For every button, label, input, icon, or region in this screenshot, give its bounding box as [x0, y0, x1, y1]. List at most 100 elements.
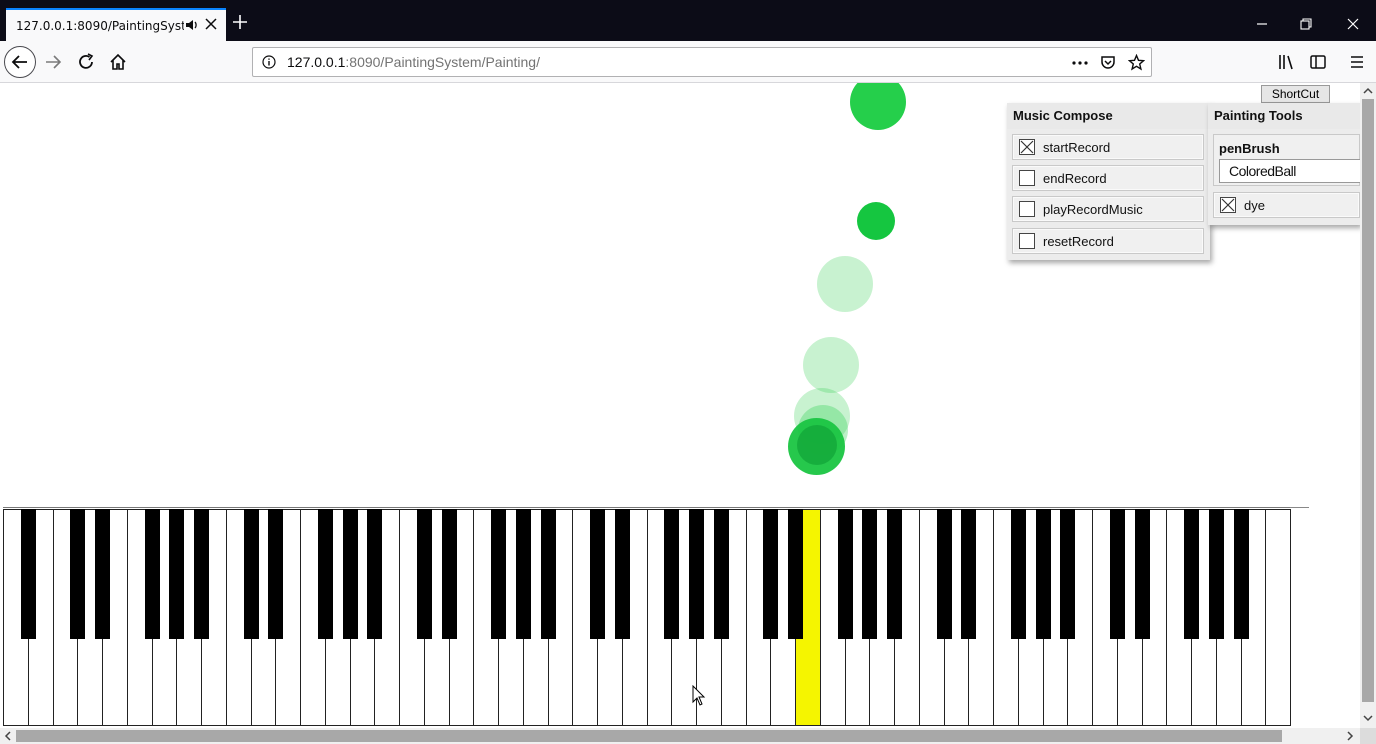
painted-ball	[817, 256, 873, 312]
painting-tools-panel: Painting Tools penBrush ColoredBall dye	[1208, 103, 1360, 225]
reload-icon[interactable]	[77, 53, 95, 71]
end-record-checkbox[interactable]	[1019, 170, 1035, 186]
horizontal-scroll-thumb[interactable]	[16, 730, 1282, 742]
piano-black-key[interactable]	[144, 509, 160, 639]
scrollbar-corner	[1360, 728, 1376, 744]
browser-tab[interactable]: 127.0.0.1:8090/PaintingSystem	[6, 8, 226, 41]
piano-black-key[interactable]	[1233, 509, 1249, 639]
reset-record-row[interactable]: resetRecord	[1012, 228, 1204, 254]
piano-keyboard	[3, 507, 1291, 727]
play-record-music-checkbox[interactable]	[1019, 201, 1035, 217]
start-record-label: startRecord	[1043, 140, 1111, 155]
play-record-music-label: playRecordMusic	[1043, 202, 1143, 217]
url-bar[interactable]: 127.0.0.1:8090/PaintingSystem/Painting/	[252, 47, 1152, 77]
forward-icon[interactable]	[44, 53, 62, 71]
minimize-icon[interactable]	[1256, 18, 1268, 30]
piano-black-key[interactable]	[268, 509, 284, 639]
piano-black-key[interactable]	[20, 509, 36, 639]
mouse-cursor-icon	[692, 685, 706, 706]
end-record-row[interactable]: endRecord	[1012, 165, 1204, 191]
scroll-left-icon[interactable]	[3, 731, 13, 741]
speaker-icon[interactable]	[185, 18, 199, 32]
pen-brush-value: ColoredBall	[1229, 163, 1296, 179]
piano-black-key[interactable]	[1010, 509, 1026, 639]
arrow-left-icon	[11, 55, 27, 69]
piano-black-key[interactable]	[70, 509, 86, 639]
piano-black-key[interactable]	[367, 509, 383, 639]
piano-black-key[interactable]	[887, 509, 902, 639]
menu-icon[interactable]	[1348, 53, 1366, 71]
piano-black-key[interactable]	[416, 509, 432, 639]
new-tab-icon[interactable]	[232, 14, 248, 30]
piano-black-key[interactable]	[614, 509, 630, 639]
piano-black-key[interactable]	[763, 509, 779, 639]
url-text: 127.0.0.1:8090/PaintingSystem/Painting/	[287, 54, 540, 70]
piano-black-key[interactable]	[664, 509, 680, 639]
piano-black-key[interactable]	[1060, 509, 1076, 639]
pen-brush-label: penBrush	[1219, 141, 1280, 156]
pen-brush-select[interactable]: ColoredBall	[1219, 159, 1360, 183]
checkmark-x-icon	[1221, 198, 1235, 212]
vertical-scroll-thumb[interactable]	[1362, 99, 1374, 702]
dye-checkbox[interactable]	[1220, 197, 1236, 213]
piano-black-key[interactable]	[95, 509, 110, 639]
back-button[interactable]	[4, 46, 36, 78]
piano-black-key[interactable]	[441, 509, 457, 639]
close-tab-icon[interactable]	[205, 18, 217, 30]
music-compose-title: Music Compose	[1007, 103, 1210, 129]
vertical-scrollbar[interactable]	[1360, 83, 1376, 728]
piano-black-key[interactable]	[788, 509, 803, 639]
painted-ball	[797, 425, 837, 465]
piano-black-key[interactable]	[837, 509, 853, 639]
piano-black-key[interactable]	[590, 509, 605, 639]
piano-black-key[interactable]	[862, 509, 878, 639]
piano-black-key[interactable]	[713, 509, 729, 639]
painting-canvas[interactable]: ShortCut Music Compose startRecord endRe…	[0, 83, 1360, 728]
close-window-icon[interactable]	[1347, 18, 1359, 30]
piano-black-key[interactable]	[936, 509, 952, 639]
pocket-icon[interactable]	[1100, 54, 1116, 70]
info-icon[interactable]	[262, 55, 276, 69]
piano-white-key[interactable]	[1265, 509, 1291, 726]
browser-title-bar: 127.0.0.1:8090/PaintingSystem	[0, 0, 1376, 41]
url-path: :8090/PaintingSystem/Painting/	[345, 54, 540, 70]
pen-brush-section: penBrush ColoredBall	[1213, 134, 1360, 186]
scroll-up-icon[interactable]	[1363, 86, 1373, 96]
home-icon[interactable]	[109, 53, 127, 71]
shortcut-button[interactable]: ShortCut	[1261, 85, 1330, 103]
piano-black-key[interactable]	[961, 509, 977, 639]
piano-black-key[interactable]	[540, 509, 556, 639]
scroll-down-icon[interactable]	[1363, 713, 1373, 723]
reset-record-checkbox[interactable]	[1019, 233, 1035, 249]
bookmark-star-icon[interactable]	[1128, 54, 1145, 71]
piano-black-key[interactable]	[1184, 509, 1199, 639]
piano-black-key[interactable]	[1035, 509, 1051, 639]
dye-label: dye	[1244, 198, 1265, 213]
painted-ball	[803, 337, 859, 393]
start-record-row[interactable]: startRecord	[1012, 134, 1204, 160]
piano-black-key[interactable]	[1134, 509, 1150, 639]
piano-black-key[interactable]	[1109, 509, 1125, 639]
piano-black-key[interactable]	[342, 509, 358, 639]
piano-black-key[interactable]	[243, 509, 259, 639]
reset-record-label: resetRecord	[1043, 234, 1114, 249]
piano-black-key[interactable]	[317, 509, 333, 639]
painted-ball	[857, 202, 895, 240]
music-compose-panel: Music Compose startRecord endRecord play…	[1007, 103, 1210, 260]
piano-black-key[interactable]	[689, 509, 704, 639]
scroll-right-icon[interactable]	[1345, 731, 1355, 741]
library-icon[interactable]	[1277, 53, 1295, 71]
painting-tools-title: Painting Tools	[1208, 103, 1360, 129]
piano-black-key[interactable]	[194, 509, 209, 639]
page-actions-icon[interactable]	[1071, 56, 1089, 70]
sidebar-icon[interactable]	[1309, 53, 1327, 71]
piano-black-key[interactable]	[1208, 509, 1224, 639]
start-record-checkbox[interactable]	[1019, 139, 1035, 155]
play-record-music-row[interactable]: playRecordMusic	[1012, 196, 1204, 222]
piano-black-key[interactable]	[515, 509, 531, 639]
piano-black-key[interactable]	[169, 509, 185, 639]
piano-black-key[interactable]	[491, 509, 506, 639]
horizontal-scrollbar[interactable]	[0, 728, 1360, 744]
dye-row[interactable]: dye	[1213, 192, 1360, 218]
restore-icon[interactable]	[1300, 18, 1312, 30]
